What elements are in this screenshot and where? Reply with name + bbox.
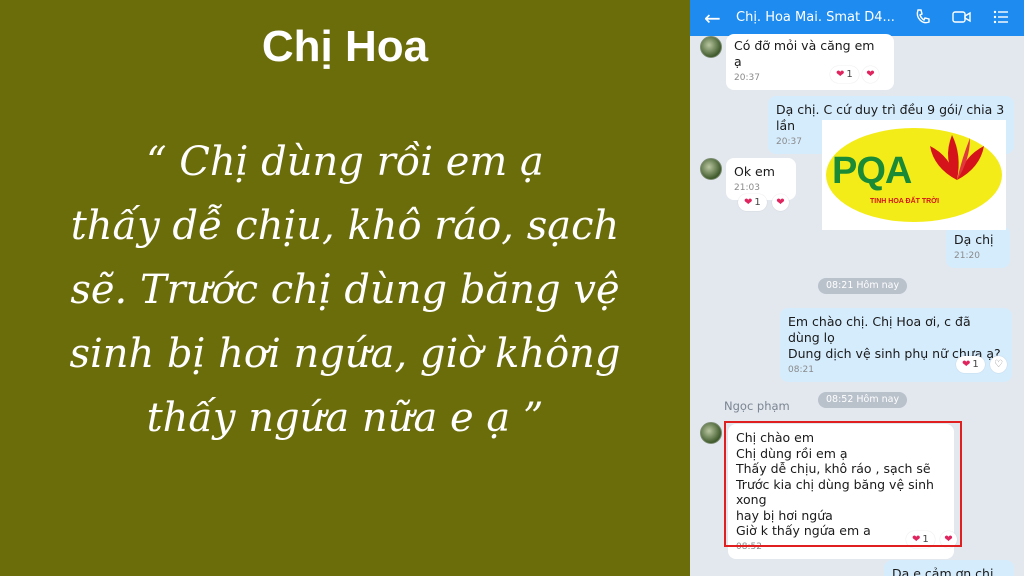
heart-icon[interactable]: ❤ [772, 194, 789, 211]
testimonial-quote: “ Chị dùng rồi em ạ thấy dễ chịu, khô rá… [20, 130, 670, 450]
logo-tagline: TINH HOA ĐẤT TRỜI [870, 198, 940, 205]
phone-icon[interactable] [914, 8, 932, 26]
heart-icon: ❤ [836, 69, 845, 80]
date-separator: 08:52 Hôm nay [818, 392, 908, 408]
message-time: 21:20 [954, 251, 980, 261]
quote-line: thấy ngứa nữa e ạ ” [146, 395, 544, 441]
reaction-count: 1 [754, 197, 761, 208]
quote-line: thấy dễ chịu, khô ráo, sạch [70, 203, 620, 249]
avatar[interactable] [700, 422, 722, 444]
heart-icon[interactable]: ❤ [862, 66, 879, 83]
sender-name: Ngọc phạm [724, 399, 790, 413]
reaction-count: 1 [846, 69, 853, 80]
message-text-line: Em chào chị. Chị Hoa ơi, c đã dùng lọ [788, 314, 971, 345]
avatar[interactable] [700, 158, 722, 180]
reaction-badge[interactable]: ❤ 1 [738, 194, 767, 211]
quote-line: sẽ. Trước chị dùng băng vệ [70, 267, 620, 313]
quote-panel: Chị Hoa “ Chị dùng rồi em ạ thấy dễ chịu… [0, 0, 690, 576]
message-text: Ok em [734, 164, 775, 179]
list-icon[interactable] [992, 8, 1010, 26]
heart-icon: ❤ [962, 359, 971, 370]
reaction-badge[interactable]: ❤ 1 [830, 66, 859, 83]
quote-line: sinh bị hơi ngứa, giờ không [69, 331, 621, 377]
message-text: Dạ e cảm ơn chị ak [892, 566, 994, 576]
lotus-icon [930, 135, 984, 180]
message-text: Có đỡ mỏi và căng em ạ [734, 38, 875, 69]
message-bubble[interactable]: Dạ chị 21:20 [946, 226, 1010, 268]
brand-logo: PQA TINH HOA ĐẤT TRỜI [822, 120, 1006, 230]
reaction-count: 1 [972, 359, 979, 370]
highlight-box [724, 421, 962, 547]
avatar[interactable] [700, 36, 722, 58]
heart-outline-icon[interactable]: ♡ [990, 356, 1007, 373]
customer-name: Chị Hoa [261, 22, 429, 71]
heart-icon: ❤ [744, 197, 753, 208]
logo-text: PQA [832, 150, 912, 192]
reaction-badge[interactable]: ❤ 1 [956, 356, 985, 373]
quote-line: “ Chị dùng rồi em ạ [146, 139, 544, 185]
message-time: 21:03 [734, 183, 760, 193]
chat-title[interactable]: Chị. Hoa Mai. Smat D4.... [736, 10, 896, 25]
arrow-left-icon[interactable]: ← [704, 6, 721, 30]
date-separator: 08:21 Hôm nay [818, 278, 908, 294]
message-text: Dạ chị [954, 232, 994, 247]
video-icon[interactable] [952, 8, 972, 26]
chat-header: ← Chị. Hoa Mai. Smat D4.... [690, 0, 1024, 36]
message-bubble[interactable]: Dạ e cảm ơn chị ak [884, 560, 1014, 576]
